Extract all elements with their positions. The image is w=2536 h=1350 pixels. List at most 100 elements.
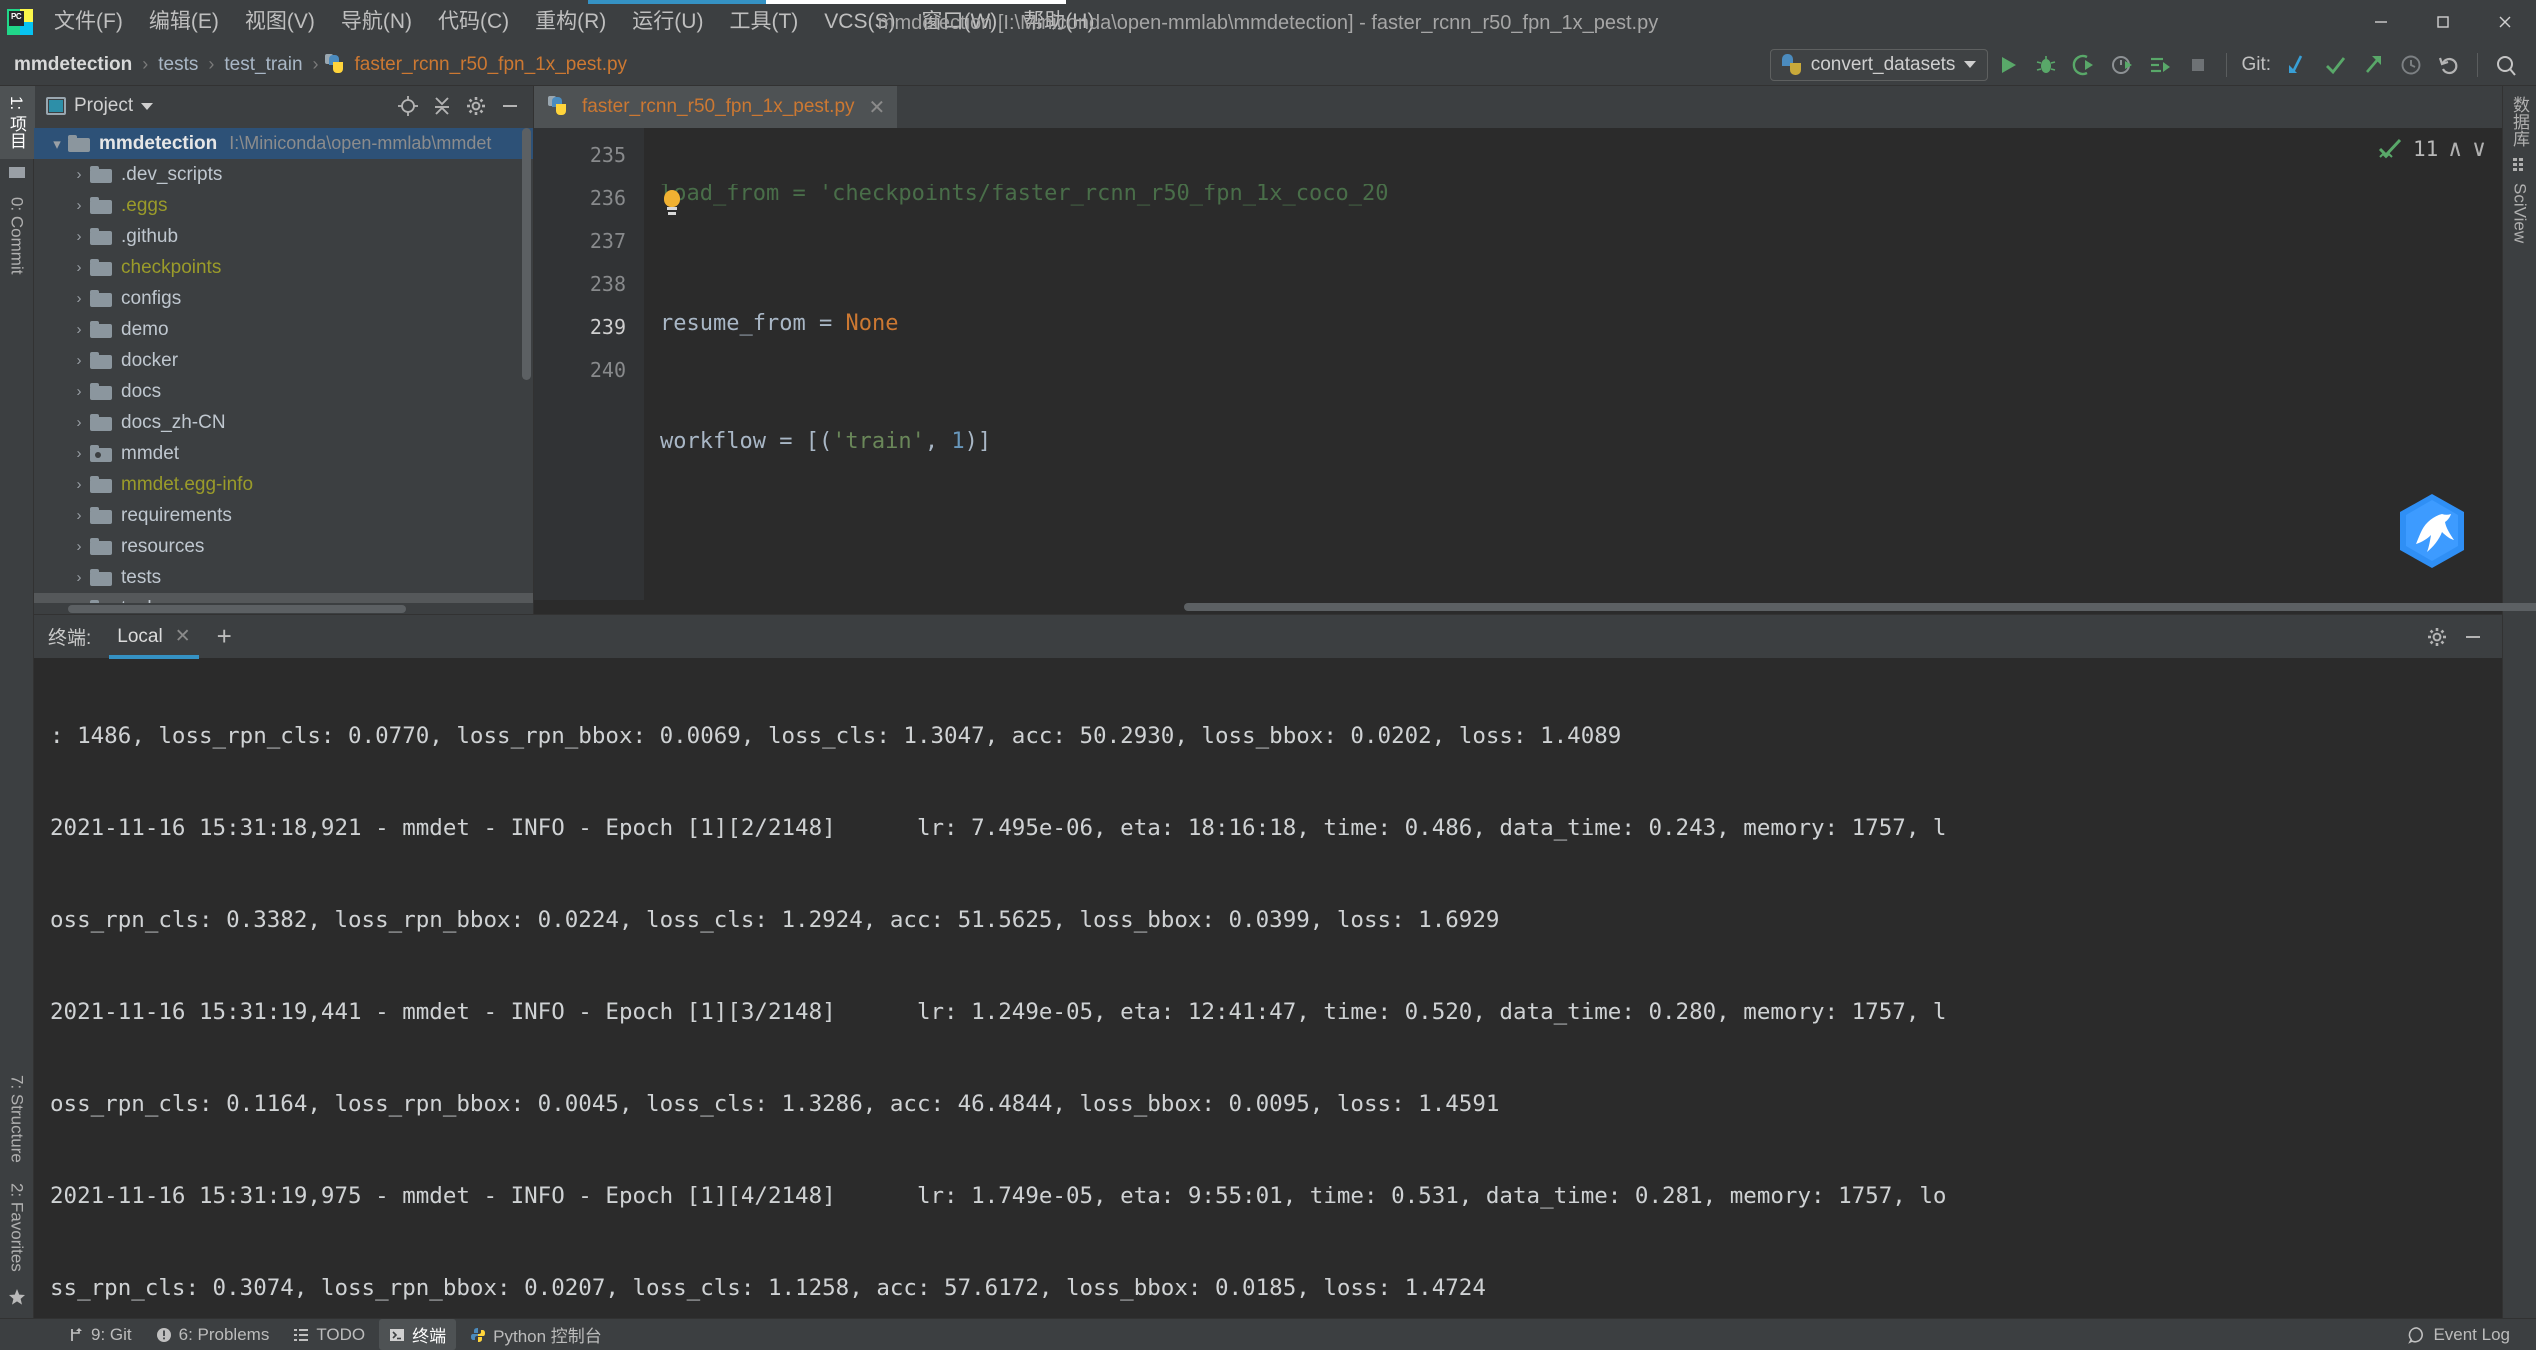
status-item-todo[interactable]: TODO <box>283 1322 375 1348</box>
chevron-right-icon[interactable]: › <box>68 321 90 338</box>
tree-node-docs[interactable]: › docs <box>34 376 533 407</box>
menu-code[interactable]: 代码(C) <box>425 7 522 37</box>
status-item-git[interactable]: 9: Git <box>58 1322 142 1348</box>
tree-node-configs[interactable]: › configs <box>34 283 533 314</box>
maximize-button[interactable] <box>2412 0 2474 44</box>
terminal-settings-gear-icon[interactable] <box>2422 622 2452 652</box>
sidebar-item-favorites[interactable]: 2: Favorites <box>1 1173 33 1282</box>
sidebar-item-structure[interactable]: 7: Structure <box>1 1065 33 1173</box>
sidebar-item-commit[interactable]: 0: Commit <box>1 187 33 284</box>
menu-file[interactable]: 文件(F) <box>41 7 136 37</box>
chevron-right-icon[interactable]: › <box>68 259 90 276</box>
tree-node-github[interactable]: › .github <box>34 221 533 252</box>
status-item-problems[interactable]: 6: Problems <box>146 1322 280 1348</box>
hide-panel-button[interactable] <box>495 91 525 121</box>
project-tree[interactable]: ▾ mmdetection I:\Miniconda\open-mmlab\mm… <box>34 126 533 603</box>
chevron-right-icon[interactable]: › <box>68 538 90 555</box>
breadcrumb-item-file[interactable]: faster_rcnn_r50_fpn_1x_pest.py <box>351 54 632 76</box>
tree-node-requirements[interactable]: › requirements <box>34 500 533 531</box>
hummingbird-plugin-icon[interactable] <box>2396 442 2468 568</box>
editor-tab-faster-rcnn[interactable]: faster_rcnn_r50_fpn_1x_pest.py ✕ <box>534 86 898 128</box>
chevron-right-icon[interactable]: › <box>68 228 90 245</box>
chevron-right-icon[interactable]: › <box>68 290 90 307</box>
code-content[interactable]: load_from = 'checkpoints/faster_rcnn_r50… <box>644 128 2502 600</box>
profile-button[interactable] <box>2104 47 2140 83</box>
close-icon[interactable]: ✕ <box>175 625 191 648</box>
tree-node-dev-scripts[interactable]: › .dev_scripts <box>34 159 533 190</box>
close-button[interactable] <box>2474 0 2536 44</box>
sidebar-item-project[interactable]: 1: 项目 <box>0 86 35 159</box>
git-commit-button[interactable] <box>2317 47 2353 83</box>
stop-button[interactable] <box>2180 47 2216 83</box>
new-terminal-button[interactable]: + <box>217 621 232 652</box>
project-panel-title: Project <box>74 95 134 117</box>
menu-window[interactable]: 窗口(W) <box>908 7 1010 37</box>
sidebar-item-database[interactable]: 数据库 <box>2501 86 2536 157</box>
scroll-from-source-button[interactable] <box>393 91 423 121</box>
project-tree-hscrollbar[interactable] <box>34 602 533 614</box>
chevron-right-icon[interactable]: › <box>68 414 90 431</box>
intention-bulb-icon[interactable] <box>662 190 682 216</box>
tree-node-tools[interactable]: › tools <box>34 593 533 603</box>
terminal-tab-local[interactable]: Local ✕ <box>109 615 199 659</box>
tree-node-mmdetection[interactable]: ▾ mmdetection I:\Miniconda\open-mmlab\mm… <box>34 128 533 160</box>
menu-edit[interactable]: 编辑(E) <box>136 7 232 37</box>
tree-node-resources[interactable]: › resources <box>34 531 533 562</box>
git-rollback-button[interactable] <box>2431 47 2467 83</box>
run-configuration-selector[interactable]: convert_datasets <box>1769 48 1989 81</box>
terminal-output[interactable]: : 1486, loss_rpn_cls: 0.0770, loss_rpn_b… <box>34 658 2502 1318</box>
tree-node-checkpoints[interactable]: › checkpoints <box>34 252 533 283</box>
tree-node-demo[interactable]: › demo <box>34 314 533 345</box>
editor-body[interactable]: 235 236 237 238 239 240 load_from = 'che… <box>534 128 2502 600</box>
debug-button[interactable] <box>2028 47 2064 83</box>
editor-horizontal-scrollbar[interactable] <box>534 600 2536 614</box>
run-with-coverage-button[interactable] <box>2066 47 2102 83</box>
git-history-button[interactable] <box>2393 47 2429 83</box>
menu-vcs[interactable]: VCS(S) <box>811 7 908 37</box>
git-update-project-button[interactable] <box>2279 47 2315 83</box>
folder-icon <box>90 259 112 277</box>
run-tests-button[interactable] <box>2142 47 2178 83</box>
project-tree-scrollbar[interactable] <box>522 128 531 381</box>
gear-icon[interactable] <box>461 91 491 121</box>
close-icon[interactable]: ✕ <box>869 95 886 120</box>
menu-help[interactable]: 帮助(H) <box>1010 7 1107 37</box>
chevron-right-icon[interactable]: › <box>68 166 90 183</box>
menu-tools[interactable]: 工具(T) <box>716 7 811 37</box>
chevron-right-icon[interactable]: › <box>68 569 90 586</box>
menu-refactor[interactable]: 重构(R) <box>522 7 619 37</box>
tree-node-docker[interactable]: › docker <box>34 345 533 376</box>
chevron-down-icon[interactable]: ▾ <box>46 135 68 153</box>
status-item-python-console[interactable]: Python 控制台 <box>460 1319 612 1350</box>
chevron-right-icon[interactable]: › <box>68 507 90 524</box>
chevron-down-icon[interactable] <box>141 102 154 110</box>
breadcrumb-item-tests[interactable]: tests <box>154 54 202 76</box>
status-item-terminal[interactable]: 终端 <box>379 1319 457 1350</box>
minimize-button[interactable] <box>2350 0 2412 44</box>
menu-navigate[interactable]: 导航(N) <box>328 7 425 37</box>
chevron-right-icon[interactable]: › <box>68 197 90 214</box>
breadcrumb-item-test-train[interactable]: test_train <box>220 54 306 76</box>
chevron-right-icon[interactable]: › <box>68 383 90 400</box>
hide-terminal-button[interactable] <box>2458 622 2488 652</box>
status-item-event-log[interactable]: Event Log <box>2398 1322 2520 1348</box>
tree-node-tests[interactable]: › tests <box>34 562 533 593</box>
chevron-right-icon[interactable]: › <box>68 476 90 493</box>
tree-node-docs-zh-cn[interactable]: › docs_zh-CN <box>34 407 533 438</box>
inspection-next-button[interactable]: ∨ <box>2472 136 2486 162</box>
inspection-prev-button[interactable]: ∧ <box>2448 136 2462 162</box>
tree-node-mmdet[interactable]: › mmdet <box>34 438 533 469</box>
breadcrumb-item-project[interactable]: mmdetection <box>10 54 136 76</box>
menu-run[interactable]: 运行(U) <box>619 7 716 37</box>
chevron-right-icon[interactable]: › <box>68 352 90 369</box>
search-everywhere-button[interactable] <box>2488 47 2524 83</box>
menu-view[interactable]: 视图(V) <box>232 7 328 37</box>
run-button[interactable] <box>1990 47 2026 83</box>
tree-node-eggs[interactable]: › .eggs <box>34 190 533 221</box>
tree-node-mmdet-egg-info[interactable]: › mmdet.egg-info <box>34 469 533 500</box>
sidebar-item-sciview[interactable]: SciView <box>2504 173 2536 253</box>
collapse-all-button[interactable] <box>427 91 457 121</box>
git-push-button[interactable] <box>2355 47 2391 83</box>
inspection-widget[interactable]: 11 ∧ ∨ <box>2377 136 2486 162</box>
chevron-right-icon[interactable]: › <box>68 445 90 462</box>
